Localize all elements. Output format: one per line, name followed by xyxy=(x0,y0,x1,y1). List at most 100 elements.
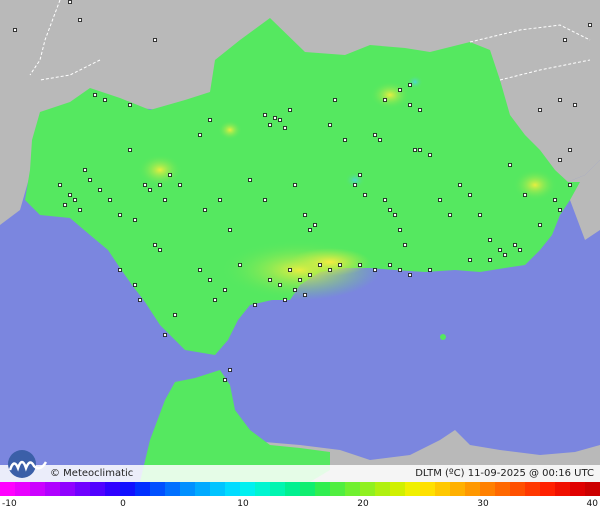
station-marker[interactable] xyxy=(418,148,422,152)
station-marker[interactable] xyxy=(378,138,382,142)
station-marker[interactable] xyxy=(173,313,177,317)
station-marker[interactable] xyxy=(283,298,287,302)
station-marker[interactable] xyxy=(488,258,492,262)
station-marker[interactable] xyxy=(428,268,432,272)
station-marker[interactable] xyxy=(468,258,472,262)
station-marker[interactable] xyxy=(448,213,452,217)
station-marker[interactable] xyxy=(538,108,542,112)
station-marker[interactable] xyxy=(398,88,402,92)
station-marker[interactable] xyxy=(568,148,572,152)
station-marker[interactable] xyxy=(103,98,107,102)
station-marker[interactable] xyxy=(558,208,562,212)
station-marker[interactable] xyxy=(408,273,412,277)
station-marker[interactable] xyxy=(163,198,167,202)
station-marker[interactable] xyxy=(13,28,17,32)
station-marker[interactable] xyxy=(208,278,212,282)
station-marker[interactable] xyxy=(273,116,277,120)
station-marker[interactable] xyxy=(158,183,162,187)
station-marker[interactable] xyxy=(118,213,122,217)
station-marker[interactable] xyxy=(268,278,272,282)
station-marker[interactable] xyxy=(223,378,227,382)
station-marker[interactable] xyxy=(203,208,207,212)
station-marker[interactable] xyxy=(388,208,392,212)
station-marker[interactable] xyxy=(398,228,402,232)
station-marker[interactable] xyxy=(78,18,82,22)
station-marker[interactable] xyxy=(198,133,202,137)
station-marker[interactable] xyxy=(133,283,137,287)
station-marker[interactable] xyxy=(308,228,312,232)
station-marker[interactable] xyxy=(333,98,337,102)
station-marker[interactable] xyxy=(338,263,342,267)
station-marker[interactable] xyxy=(408,103,412,107)
station-marker[interactable] xyxy=(278,283,282,287)
station-marker[interactable] xyxy=(268,123,272,127)
station-marker[interactable] xyxy=(478,213,482,217)
station-marker[interactable] xyxy=(148,188,152,192)
station-marker[interactable] xyxy=(248,178,252,182)
station-marker[interactable] xyxy=(288,268,292,272)
station-marker[interactable] xyxy=(373,268,377,272)
station-marker[interactable] xyxy=(523,193,527,197)
station-marker[interactable] xyxy=(558,158,562,162)
station-marker[interactable] xyxy=(153,243,157,247)
station-marker[interactable] xyxy=(508,163,512,167)
station-marker[interactable] xyxy=(308,273,312,277)
station-marker[interactable] xyxy=(358,173,362,177)
station-marker[interactable] xyxy=(138,298,142,302)
station-marker[interactable] xyxy=(88,178,92,182)
station-marker[interactable] xyxy=(218,198,222,202)
station-marker[interactable] xyxy=(238,263,242,267)
station-marker[interactable] xyxy=(588,23,592,27)
station-marker[interactable] xyxy=(158,248,162,252)
station-marker[interactable] xyxy=(558,98,562,102)
station-marker[interactable] xyxy=(153,38,157,42)
station-marker[interactable] xyxy=(303,213,307,217)
station-marker[interactable] xyxy=(68,193,72,197)
station-marker[interactable] xyxy=(73,198,77,202)
station-marker[interactable] xyxy=(388,263,392,267)
station-marker[interactable] xyxy=(408,83,412,87)
station-marker[interactable] xyxy=(133,218,137,222)
station-marker[interactable] xyxy=(108,198,112,202)
station-marker[interactable] xyxy=(78,208,82,212)
station-marker[interactable] xyxy=(383,98,387,102)
station-marker[interactable] xyxy=(318,263,322,267)
station-marker[interactable] xyxy=(498,248,502,252)
station-marker[interactable] xyxy=(128,103,132,107)
station-marker[interactable] xyxy=(458,183,462,187)
map-canvas[interactable] xyxy=(0,0,600,517)
station-marker[interactable] xyxy=(228,228,232,232)
station-marker[interactable] xyxy=(263,198,267,202)
station-marker[interactable] xyxy=(563,38,567,42)
station-marker[interactable] xyxy=(63,203,67,207)
station-marker[interactable] xyxy=(438,198,442,202)
station-marker[interactable] xyxy=(513,243,517,247)
station-marker[interactable] xyxy=(178,183,182,187)
station-marker[interactable] xyxy=(503,253,507,257)
station-marker[interactable] xyxy=(98,188,102,192)
station-marker[interactable] xyxy=(283,126,287,130)
station-marker[interactable] xyxy=(328,268,332,272)
station-marker[interactable] xyxy=(83,168,87,172)
station-marker[interactable] xyxy=(403,243,407,247)
station-marker[interactable] xyxy=(253,303,257,307)
station-marker[interactable] xyxy=(288,108,292,112)
station-marker[interactable] xyxy=(413,148,417,152)
station-marker[interactable] xyxy=(418,108,422,112)
station-marker[interactable] xyxy=(68,0,72,4)
station-marker[interactable] xyxy=(313,223,317,227)
station-marker[interactable] xyxy=(358,263,362,267)
station-marker[interactable] xyxy=(518,248,522,252)
station-marker[interactable] xyxy=(143,183,147,187)
station-marker[interactable] xyxy=(128,148,132,152)
station-marker[interactable] xyxy=(373,133,377,137)
station-marker[interactable] xyxy=(93,93,97,97)
station-marker[interactable] xyxy=(573,103,577,107)
station-marker[interactable] xyxy=(293,183,297,187)
station-marker[interactable] xyxy=(398,268,402,272)
station-marker[interactable] xyxy=(58,183,62,187)
station-marker[interactable] xyxy=(353,183,357,187)
station-marker[interactable] xyxy=(468,193,472,197)
station-marker[interactable] xyxy=(263,113,267,117)
station-marker[interactable] xyxy=(298,278,302,282)
